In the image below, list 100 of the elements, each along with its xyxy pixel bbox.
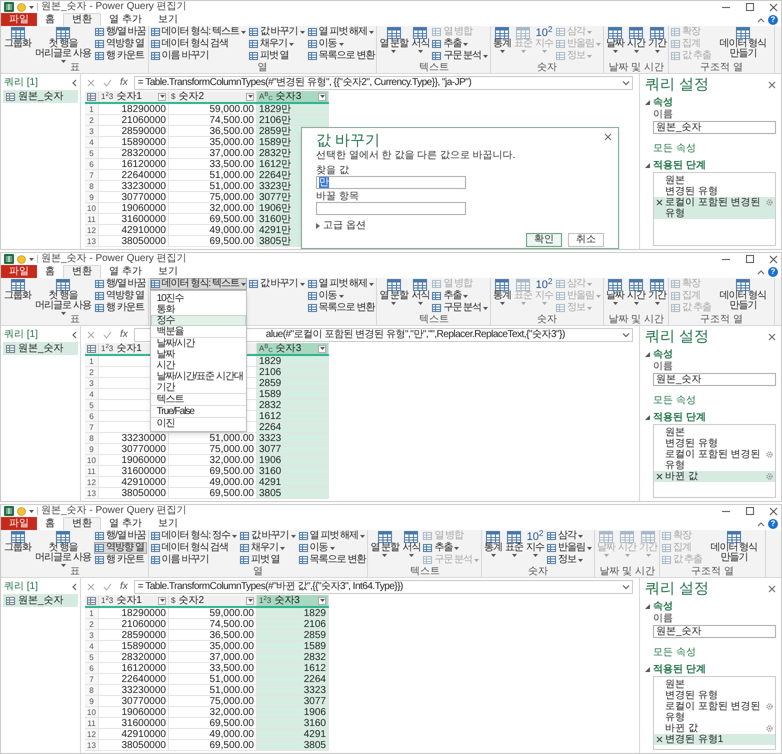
chevron-up-icon[interactable] [757,520,765,528]
menu-item[interactable]: 10진수 [150,293,246,304]
step-item[interactable]: 변경된 유형 [654,438,775,449]
fx-button[interactable]: fx [118,76,130,88]
ribbon-button[interactable]: 행 카운트 [94,50,147,62]
check-icon[interactable] [103,330,112,338]
filter-button[interactable] [246,92,254,100]
step-item[interactable]: 로컬이 포함된 변경된 유형 [654,701,775,723]
dialog-button[interactable]: 확인 [526,233,562,247]
ribbon-button[interactable]: 값 바꾸기 [248,278,306,290]
chevron-up-icon[interactable] [757,268,765,276]
link[interactable]: 모든 속성 [653,647,696,658]
delete-icon[interactable] [656,473,663,480]
tab[interactable]: 보기 [150,517,186,530]
ribbon-button[interactable]: 그룹화 [3,530,32,566]
maximize-icon[interactable] [745,2,755,12]
chevron-left-icon[interactable] [71,78,77,86]
delete-icon[interactable] [656,199,663,206]
tab[interactable]: 변환 [63,517,101,530]
help-button[interactable]: ? [768,15,778,25]
filter-button[interactable] [158,92,166,100]
ribbon-button[interactable]: 추출 [422,542,480,554]
column-header[interactable]: A$^{B}$$_{C}$ 숫자3 [257,91,329,102]
ribbon-button[interactable]: 서식 [410,278,430,314]
menu-item[interactable]: 기간 [150,382,246,393]
ribbon-button[interactable]: 반올림 [546,542,594,554]
ribbon-button[interactable]: 시간 [626,26,646,62]
menu-item[interactable]: 시간 [150,360,246,371]
ribbon-button[interactable]: 데이터 형식 검색 [150,38,247,50]
menu-item[interactable]: 텍스트 [150,394,246,405]
tab[interactable]: 변환 [63,265,101,278]
ribbon-button[interactable]: 행 카운트 [94,554,147,566]
filter-button[interactable] [318,596,326,604]
ribbon-button[interactable]: 기간 [647,278,668,314]
close-icon[interactable] [768,333,776,341]
ribbon-button[interactable]: 목록으로 변환 [306,50,376,62]
ribbon-button[interactable]: 데이터 형식: 텍스트 [150,26,247,38]
close-icon[interactable] [769,254,778,264]
ribbon-button[interactable]: 그룹화 [3,278,32,314]
maximize-icon[interactable] [745,506,755,516]
ribbon-button[interactable]: 구문 분석 [431,302,490,314]
tab[interactable]: 보기 [150,13,186,26]
ribbon-button[interactable]: 추출 [431,38,490,50]
ribbon-button[interactable]: 열 분할 [369,530,400,566]
close-icon[interactable] [769,2,778,12]
tab[interactable]: 홈 [37,517,63,530]
menu-item[interactable]: 정수 [150,315,246,326]
dialog-button[interactable]: 취소 [568,233,604,247]
table-menu-button[interactable] [85,343,99,354]
ribbon-button[interactable]: 첫 행을 머리글로 사용 [33,278,93,314]
ribbon-button[interactable]: 그룹화 [3,26,32,62]
ribbon-button[interactable]: 열 분할 [378,278,410,314]
column-header[interactable]: 1$^{2}$3 숫자3 [257,595,329,606]
ribbon-button[interactable]: 표준 [504,530,524,566]
formula-field[interactable]: = Table.TransformColumnTypes(#"바뀐 값",{{"숫자3", Int64.Type}}) [134,580,633,594]
ribbon-button[interactable]: 서식 [401,530,422,566]
check-icon[interactable] [103,78,112,86]
table-menu-button[interactable] [85,595,99,606]
step-item[interactable]: 원본 [654,427,775,438]
ribbon-button[interactable]: 기간 [647,26,668,62]
ribbon-button[interactable]: 데이터 형식: 정수 [150,530,238,542]
column-header[interactable]: 1$^{2}$3 숫자1 [99,91,169,102]
ribbon-button[interactable]: 행/열 바꿈 [94,530,147,542]
tab[interactable]: 보기 [150,265,186,278]
column-header[interactable]: 1$^{2}$3 숫자1 [99,595,169,606]
ribbon-button[interactable]: 10$^{2}$ 지수 [525,530,546,566]
ribbon-button[interactable]: 날짜 [605,26,626,62]
ribbon-button[interactable]: 역방향 열 [94,38,147,50]
menu-item[interactable]: True/False [150,406,246,417]
ribbon-button[interactable]: 데이터 형식 만들기 [704,530,764,566]
query-item[interactable]: 원본_숫자 [3,342,78,355]
ribbon-button[interactable]: 채우기 [238,542,297,554]
ribbon-button[interactable]: 이동 [306,290,376,302]
ribbon-button[interactable]: 열 피벗 해제 [298,530,366,542]
input-field[interactable]: 원본_숫자 [653,373,776,386]
gear-icon[interactable] [766,703,773,710]
ribbon-button[interactable]: 통계 [492,26,512,62]
tab[interactable]: 홈 [37,13,63,26]
step-item[interactable]: 변경된 유형 [654,186,775,197]
formula-field[interactable]: = Table.TransformColumnTypes(#"변경된 유형", {{"숫자2", Currency.Type}}, "ja-JP") [134,76,633,90]
column-header[interactable]: $ 숫자2 [169,91,257,102]
menu-item[interactable]: 통화 [150,304,246,315]
ribbon-button[interactable]: 행/열 바꿈 [94,278,147,290]
close-icon[interactable] [604,133,612,141]
ribbon-button[interactable]: 첫 행을 머리글로 사용 [33,26,93,62]
filter-button[interactable] [318,344,326,352]
link[interactable]: 모든 속성 [653,395,696,406]
step-item[interactable]: 바뀐 값 [654,723,775,734]
ribbon-button[interactable]: 통계 [492,278,512,314]
input-field[interactable] [316,202,466,215]
maximize-icon[interactable] [745,254,755,264]
query-item[interactable]: 원본_숫자 [3,90,78,103]
ribbon-button[interactable]: 구문 분석 [431,50,490,62]
ribbon-button[interactable]: 행 카운트 [94,302,147,314]
ribbon-button[interactable]: 삼각 [546,530,594,542]
tab[interactable]: 파일 [1,265,37,278]
ribbon-button[interactable]: 행/열 바꿈 [94,26,147,38]
step-item[interactable]: 변경된 유형 [654,690,775,701]
ribbon-button[interactable]: 데이터 형식 만들기 [712,26,773,62]
close-icon[interactable] [768,585,776,593]
